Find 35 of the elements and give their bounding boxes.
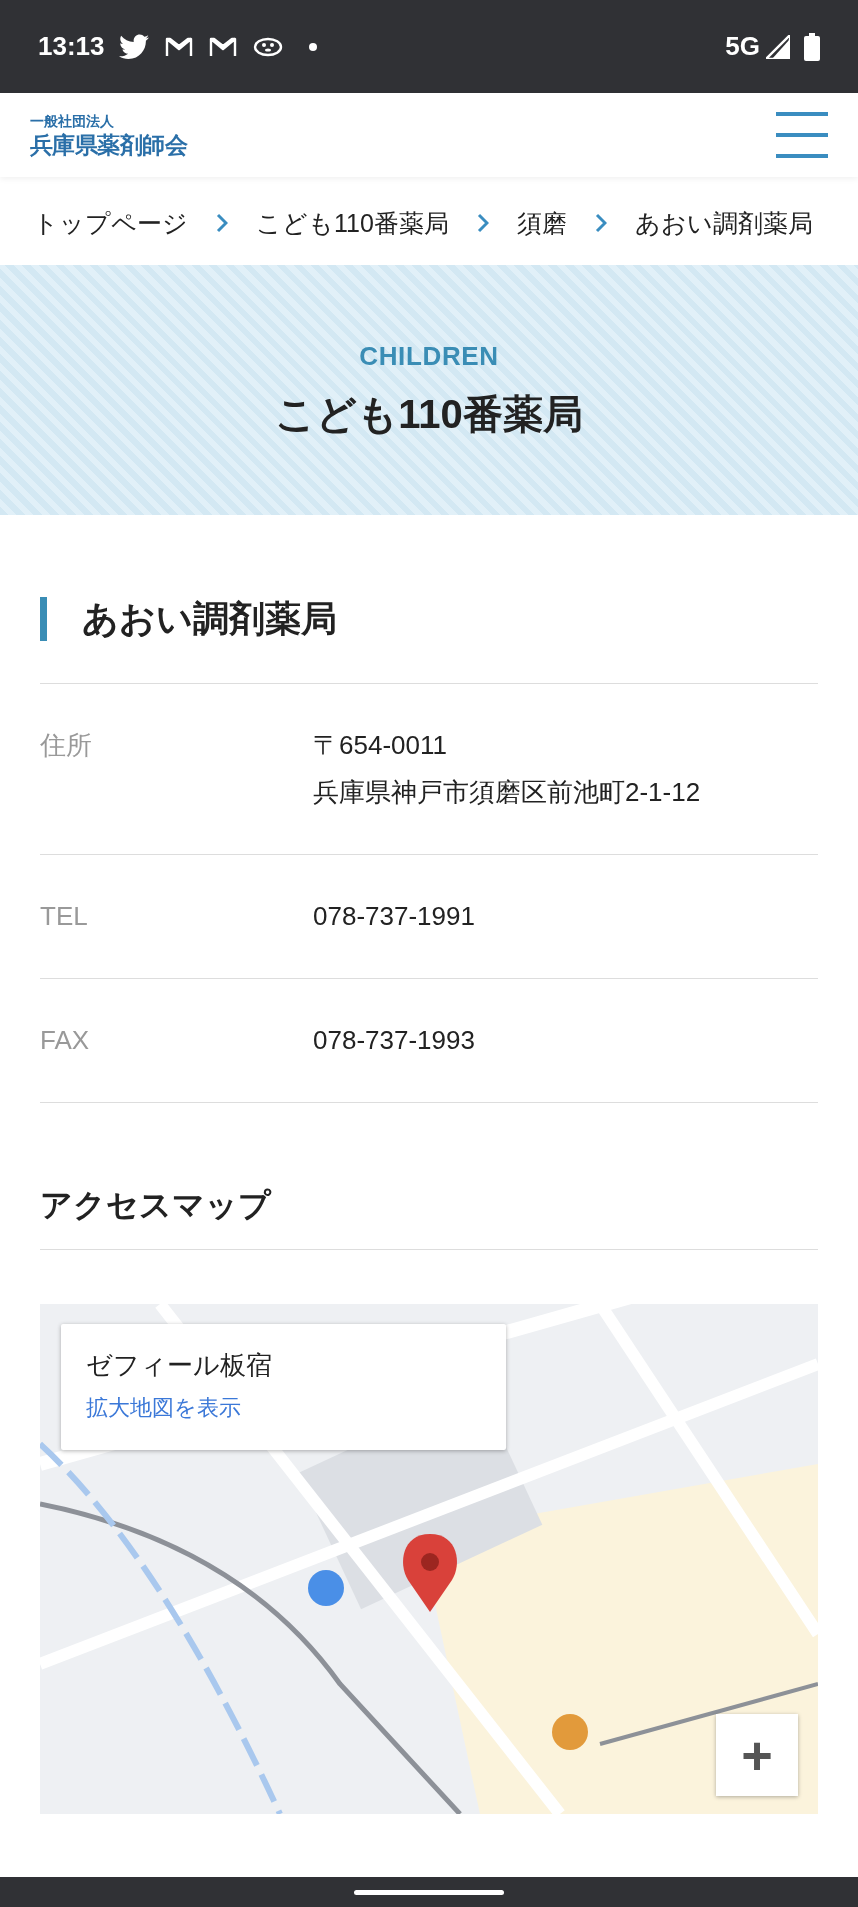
network-label: 5G <box>725 30 760 63</box>
mail-icon <box>164 35 193 58</box>
breadcrumb-current: あおい調剤薬局 <box>634 208 813 239</box>
home-indicator[interactable] <box>354 1889 504 1895</box>
chevron-icon <box>216 213 228 233</box>
detail-value: 〒654-0011 <box>313 729 448 762</box>
detail-value: 兵庫県神戸市須磨区前池町2-1-12 <box>313 776 701 809</box>
mail-icon <box>208 35 237 58</box>
bird-icon <box>118 33 149 60</box>
org-name-logo[interactable]: 兵庫県薬剤師会 <box>30 133 187 157</box>
pharmacy-name: あおい調剤薬局 <box>82 597 337 641</box>
battery-icon <box>804 32 820 61</box>
detail-label: TEL <box>40 900 89 933</box>
menu-icon[interactable] <box>776 112 828 158</box>
status-time: 13:13 <box>38 30 105 63</box>
chevron-icon <box>594 213 607 233</box>
heading-accent-bar <box>40 597 47 641</box>
map-heading: アクセスマップ <box>40 1187 271 1223</box>
chevron-icon <box>476 213 489 233</box>
hero-eyebrow: CHILDREN <box>359 339 499 373</box>
detail-value: 078-737-1993 <box>313 1024 475 1057</box>
hero-title: こども110番薬局 <box>275 390 583 438</box>
breadcrumb-link[interactable]: こども110番薬局 <box>256 201 449 245</box>
place-name: ゼフィール板宿 <box>86 1349 272 1382</box>
org-type-label: 一般社団法人 <box>30 113 115 128</box>
breadcrumb-link[interactable]: 須磨 <box>516 201 567 245</box>
zoom-in-button[interactable]: + <box>716 1714 798 1796</box>
app-icon <box>252 36 283 57</box>
breadcrumb-link[interactable]: トップページ <box>33 201 188 245</box>
detail-value: 078-737-1991 <box>313 900 475 933</box>
detail-label: 住所 <box>40 729 93 762</box>
detail-label: FAX <box>40 1024 91 1057</box>
dot-icon <box>308 42 317 51</box>
larger-map-link[interactable]: 拡大地図を表示 <box>86 1391 241 1424</box>
signal-icon <box>766 34 790 59</box>
